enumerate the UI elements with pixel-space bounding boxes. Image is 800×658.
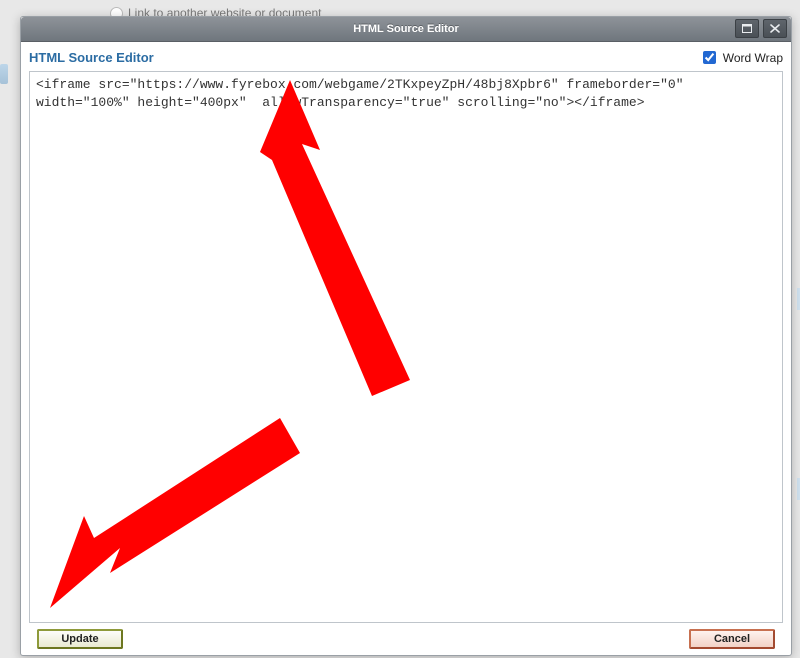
cancel-button-label: Cancel xyxy=(714,633,750,645)
dialog-title: HTML Source Editor xyxy=(353,23,459,35)
word-wrap-checkbox[interactable] xyxy=(703,51,716,64)
update-button[interactable]: Update xyxy=(37,629,123,649)
word-wrap-toggle[interactable]: Word Wrap xyxy=(699,48,783,67)
dialog-footer: Update Cancel xyxy=(29,623,783,655)
dialog-titlebar[interactable]: HTML Source Editor xyxy=(21,17,791,42)
dialog-body: HTML Source Editor Word Wrap Update Canc… xyxy=(21,42,791,655)
close-button[interactable] xyxy=(763,19,787,38)
titlebar-controls xyxy=(735,19,787,38)
dialog-heading: HTML Source Editor xyxy=(29,50,154,65)
dialog-header-row: HTML Source Editor Word Wrap xyxy=(29,48,783,67)
word-wrap-label: Word Wrap xyxy=(723,51,783,65)
maximize-button[interactable] xyxy=(735,19,759,38)
bg-side-tab xyxy=(0,64,8,84)
update-button-label: Update xyxy=(61,633,98,645)
html-source-textarea[interactable] xyxy=(29,71,783,623)
maximize-icon xyxy=(742,24,752,33)
html-source-editor-dialog: HTML Source Editor HTML Source Editor Wo… xyxy=(20,16,792,656)
close-icon xyxy=(770,24,780,33)
cancel-button[interactable]: Cancel xyxy=(689,629,775,649)
